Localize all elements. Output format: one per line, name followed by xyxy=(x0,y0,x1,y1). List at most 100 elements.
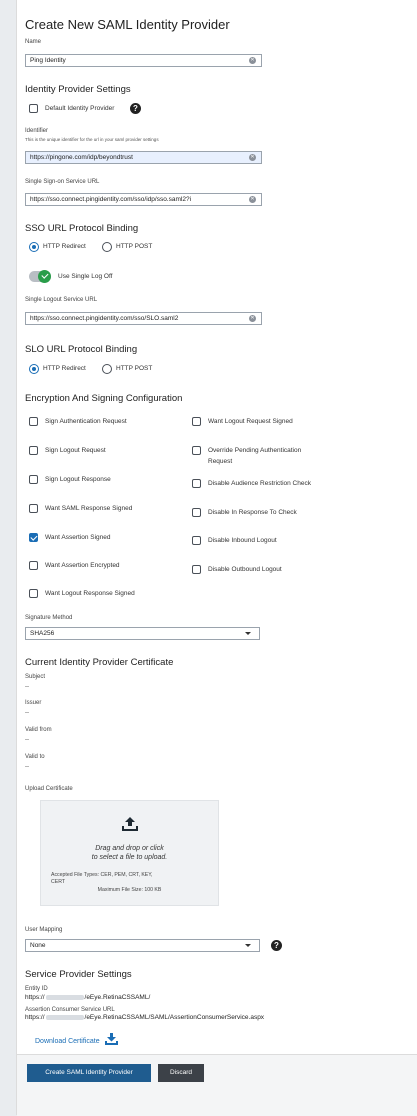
upload-certificate-label: Upload Certificate xyxy=(25,786,73,792)
sso-url-label: Single Sign-on Service URL xyxy=(25,179,100,185)
accepted-file-types: Accepted File Types: CER, PEM, CRT, KEY, xyxy=(51,872,153,878)
sign-logout-request-checkbox[interactable] xyxy=(29,446,38,455)
upload-icon xyxy=(122,817,138,831)
entity-id-suffix: /eEye.RetinaCSSAML/ xyxy=(84,994,151,1001)
slo-http-redirect-radio[interactable] xyxy=(29,364,39,374)
help-icon[interactable]: ? xyxy=(271,940,282,951)
disable-inbound-logout-checkbox[interactable] xyxy=(192,536,201,545)
acs-url-prefix: https:// xyxy=(25,1014,45,1021)
disable-outbound-logout-checkbox[interactable] xyxy=(192,565,201,574)
redacted-host xyxy=(45,994,84,1000)
slo-url-value: https://sso.connect.pingidentity.com/sso… xyxy=(30,315,179,322)
identifier-value: https://pingone.com/idp/beyondtrust xyxy=(30,154,133,161)
clear-icon[interactable]: ✕ xyxy=(249,57,256,64)
issuer-label: Issuer xyxy=(25,700,42,706)
certificate-dropzone[interactable]: Drag and drop or click to select a file … xyxy=(40,800,219,906)
create-saml-panel: Create New SAML Identity Provider Name P… xyxy=(16,0,417,1116)
default-idp-label: Default Identity Provider xyxy=(45,105,115,112)
subject-value: -- xyxy=(25,684,29,690)
download-certificate-label: Download Certificate xyxy=(35,1038,100,1045)
user-mapping-select[interactable]: None xyxy=(25,939,260,952)
form-footer: Create SAML Identity Provider Discard xyxy=(17,1054,417,1116)
entity-id-label: Entity ID xyxy=(25,986,48,992)
help-icon[interactable]: ? xyxy=(130,103,141,114)
disable-audience-restriction-label: Disable Audience Restriction Check xyxy=(208,480,311,487)
want-saml-response-signed-label: Want SAML Response Signed xyxy=(45,505,133,512)
slo-binding-heading: SLO URL Protocol Binding xyxy=(25,344,138,355)
slo-url-input[interactable]: https://sso.connect.pingidentity.com/sso… xyxy=(25,312,262,325)
sp-settings-heading: Service Provider Settings xyxy=(25,969,132,980)
override-pending-authentication-checkbox[interactable] xyxy=(192,446,201,455)
sso-http-redirect-radio[interactable] xyxy=(29,242,39,252)
caret-down-icon xyxy=(245,632,251,635)
sign-authentication-request-checkbox[interactable] xyxy=(29,417,38,426)
want-logout-response-signed-checkbox[interactable] xyxy=(29,589,38,598)
want-assertion-encrypted-checkbox[interactable] xyxy=(29,561,38,570)
download-icon xyxy=(104,1033,118,1045)
sign-authentication-request-label: Sign Authentication Request xyxy=(45,418,127,425)
sign-logout-request-label: Sign Logout Request xyxy=(45,447,106,454)
sso-url-value: https://sso.connect.pingidentity.com/sso… xyxy=(30,196,192,203)
disable-outbound-logout-label: Disable Outbound Logout xyxy=(208,566,282,573)
want-logout-request-signed-checkbox[interactable] xyxy=(192,417,201,426)
disable-inbound-logout-label: Disable Inbound Logout xyxy=(208,537,277,544)
want-saml-response-signed-checkbox[interactable] xyxy=(29,504,38,513)
caret-down-icon xyxy=(245,944,251,947)
clear-icon[interactable]: ✕ xyxy=(249,154,256,161)
want-assertion-signed-label: Want Assertion Signed xyxy=(45,534,111,541)
want-logout-request-signed-label: Want Logout Request Signed xyxy=(208,418,293,425)
slo-http-redirect-label: HTTP Redirect xyxy=(43,365,86,372)
upload-instruction-line2: to select a file to upload. xyxy=(91,854,168,861)
want-assertion-signed-checkbox[interactable] xyxy=(29,533,38,542)
create-saml-button[interactable]: Create SAML Identity Provider xyxy=(27,1064,151,1082)
valid-to-label: Valid to xyxy=(25,754,45,760)
clear-icon[interactable]: ✕ xyxy=(249,315,256,322)
disable-audience-restriction-checkbox[interactable] xyxy=(192,479,201,488)
single-logoff-label: Use Single Log Off xyxy=(58,273,113,280)
sign-logout-response-checkbox[interactable] xyxy=(29,475,38,484)
name-value: Ping Identity xyxy=(30,57,66,64)
name-label: Name xyxy=(25,39,42,45)
sso-url-input[interactable]: https://sso.connect.pingidentity.com/sso… xyxy=(25,193,262,206)
download-certificate-link[interactable]: Download Certificate xyxy=(35,1033,118,1045)
encryption-heading: Encryption And Signing Configuration xyxy=(25,393,183,404)
single-logoff-toggle[interactable] xyxy=(29,270,51,283)
upload-instruction-line1: Drag and drop or click xyxy=(95,845,164,852)
clear-icon[interactable]: ✕ xyxy=(249,196,256,203)
acs-url-value: https:// /eEye.RetinaCSSAML/SAML/Assertio… xyxy=(25,1014,264,1021)
override-pending-authentication-label: Override Pending Authentication xyxy=(208,447,302,454)
issuer-value: -- xyxy=(25,710,29,716)
disable-in-response-to-label: Disable In Response To Check xyxy=(208,509,297,516)
certificate-heading: Current Identity Provider Certificate xyxy=(25,657,174,668)
signature-method-value: SHA256 xyxy=(30,630,55,637)
valid-to-value: -- xyxy=(25,764,29,770)
default-idp-checkbox[interactable] xyxy=(29,104,38,113)
acs-url-label: Assertion Consumer Service URL xyxy=(25,1007,115,1013)
identifier-hint: This is the unique identifier for the ur… xyxy=(25,137,159,142)
slo-http-post-radio[interactable] xyxy=(102,364,112,374)
sso-http-post-label: HTTP POST xyxy=(116,243,153,250)
entity-id-prefix: https:// xyxy=(25,994,45,1001)
name-input[interactable]: Ping Identity ✕ xyxy=(25,54,262,67)
max-file-size: Maximum File Size: 100 KB xyxy=(97,887,162,893)
discard-button[interactable]: Discard xyxy=(158,1064,204,1082)
sso-http-redirect-label: HTTP Redirect xyxy=(43,243,86,250)
sso-http-post-radio[interactable] xyxy=(102,242,112,252)
signature-method-select[interactable]: SHA256 xyxy=(25,627,260,640)
toggle-knob xyxy=(38,270,51,283)
redacted-host xyxy=(45,1014,84,1020)
signature-method-label: Signature Method xyxy=(25,615,73,621)
identifier-label: Identifier xyxy=(25,128,49,134)
valid-from-value: -- xyxy=(25,737,29,743)
sign-logout-response-label: Sign Logout Response xyxy=(45,476,111,483)
override-pending-authentication-label-line2: Request xyxy=(208,458,233,465)
user-mapping-value: None xyxy=(30,942,46,949)
identifier-input[interactable]: https://pingone.com/idp/beyondtrust ✕ xyxy=(25,151,262,164)
valid-from-label: Valid from xyxy=(25,727,52,733)
want-assertion-encrypted-label: Want Assertion Encrypted xyxy=(45,562,120,569)
disable-in-response-to-checkbox[interactable] xyxy=(192,508,201,517)
slo-url-label: Single Logout Service URL xyxy=(25,297,98,303)
accepted-file-types-line2: CERT xyxy=(51,879,66,885)
want-logout-response-signed-label: Want Logout Response Signed xyxy=(45,590,135,597)
slo-http-post-label: HTTP POST xyxy=(116,365,153,372)
